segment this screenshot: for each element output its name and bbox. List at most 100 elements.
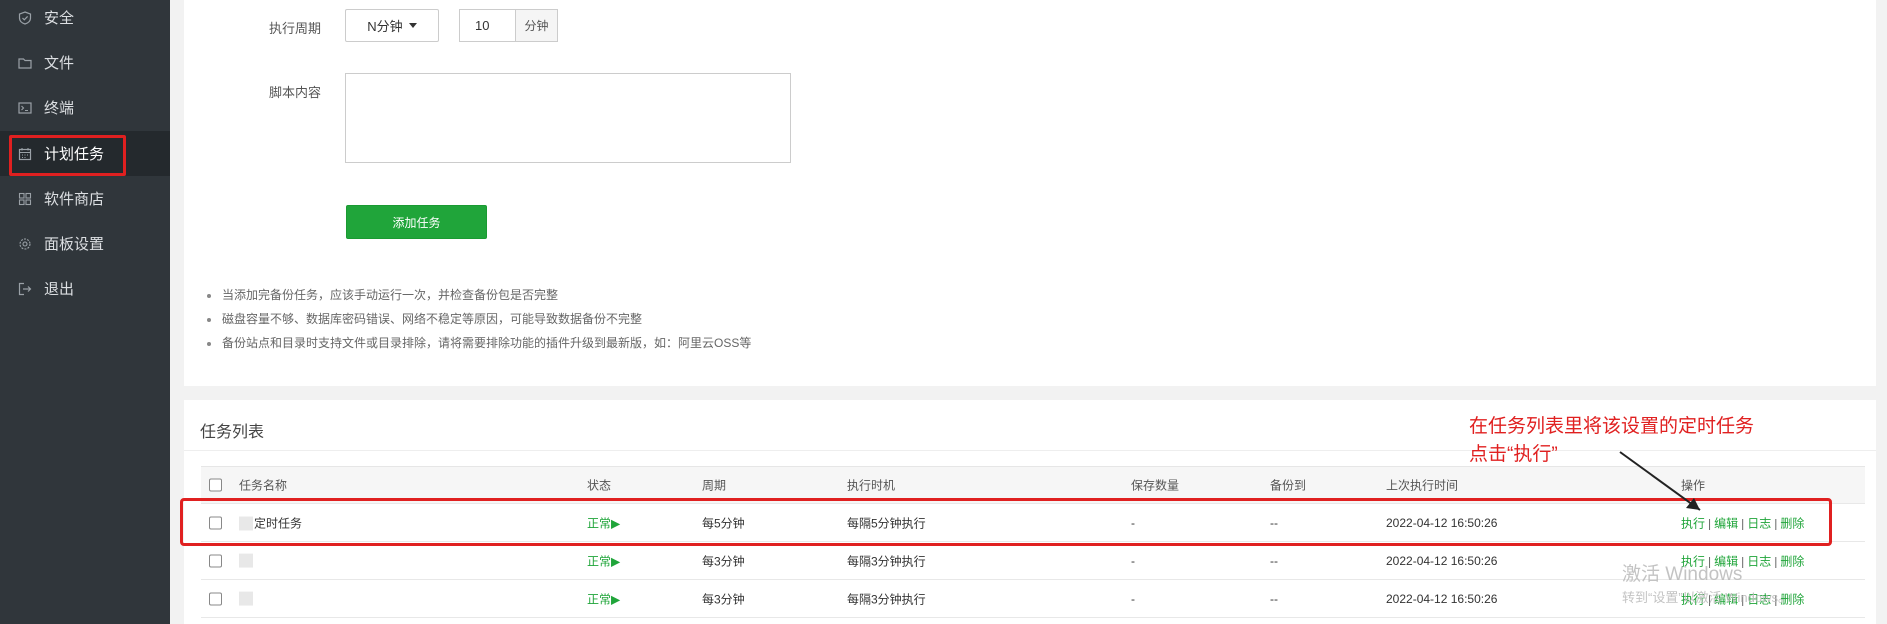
task-keep: - — [1131, 591, 1135, 606]
col-name: 任务名称 — [239, 478, 288, 493]
sidebar-item-terminal[interactable]: 终端 — [0, 85, 170, 130]
logout-icon — [18, 282, 32, 296]
delete-link[interactable]: 删除 — [1780, 592, 1804, 606]
redacted-block — [239, 591, 253, 606]
col-keep: 保存数量 — [1131, 478, 1180, 493]
task-period: 每5分钟 — [702, 516, 745, 530]
script-label: 脚本内容 — [269, 85, 322, 100]
calendar-icon — [18, 147, 32, 161]
task-backup: -- — [1270, 515, 1278, 530]
tip-item: 当添加完备份任务，应该手动运行一次，并检查备份包是否完整 — [207, 283, 751, 307]
task-exec: 每隔3分钟执行 — [847, 554, 926, 568]
log-link[interactable]: 日志 — [1747, 592, 1771, 606]
task-status[interactable]: 正常▶ — [587, 590, 620, 607]
task-ops: 执行 | 编辑 | 日志 | 删除 — [1681, 552, 1804, 569]
task-list-title: 任务列表 — [200, 424, 265, 441]
log-link[interactable]: 日志 — [1747, 516, 1771, 530]
sidebar-item-label: 安全 — [44, 10, 75, 27]
task-last-run: 2022-04-12 16:50:26 — [1386, 515, 1498, 530]
period-select[interactable]: N分钟 — [345, 9, 439, 42]
tip-item: 磁盘容量不够、数据库密码错误、网络不稳定等原因，可能导致数据备份不完整 — [207, 307, 751, 331]
sidebar-item-label: 终端 — [44, 100, 75, 117]
task-backup: -- — [1270, 553, 1278, 568]
task-status[interactable]: 正常▶ — [587, 552, 620, 569]
task-keep: - — [1131, 515, 1135, 530]
separator: | — [1708, 554, 1712, 568]
sidebar-item-files[interactable]: 文件 — [0, 40, 170, 85]
task-exec: 每隔3分钟执行 — [847, 592, 926, 606]
table-row: 正常▶ 每3分钟 每隔3分钟执行 - -- 2022-04-12 16:50:2… — [201, 580, 1865, 618]
sidebar: 安全 文件 终端 计划任务 软件商店 面板设置 退出 — [0, 0, 170, 624]
run-link[interactable]: 执行 — [1681, 592, 1705, 606]
row-checkbox[interactable] — [209, 592, 222, 605]
col-status: 状态 — [587, 478, 612, 493]
task-backup: -- — [1270, 591, 1278, 606]
sidebar-item-crontab[interactable]: 计划任务 — [0, 131, 170, 176]
script-textarea[interactable] — [345, 73, 791, 163]
annotation-text: 在任务列表里将该设置的定时任务 点击“执行” — [1469, 413, 1754, 469]
edit-link[interactable]: 编辑 — [1714, 554, 1738, 568]
sidebar-item-label: 计划任务 — [44, 146, 105, 163]
col-last-run: 上次执行时间 — [1386, 478, 1459, 493]
sidebar-item-label: 软件商店 — [44, 191, 105, 208]
task-status[interactable]: 正常▶ — [587, 514, 620, 531]
col-backup: 备份到 — [1270, 478, 1307, 493]
task-table: 任务名称 状态 周期 执行时机 保存数量 备份到 上次执行时间 操作 定时任务 … — [201, 466, 1865, 618]
table-row: 定时任务 正常▶ 每5分钟 每隔5分钟执行 - -- 2022-04-12 16… — [201, 504, 1865, 542]
sidebar-item-logout[interactable]: 退出 — [0, 266, 170, 311]
add-task-button[interactable]: 添加任务 — [346, 205, 487, 239]
period-label: 执行周期 — [269, 21, 322, 36]
separator: | — [1741, 516, 1745, 530]
separator: | — [1741, 592, 1745, 606]
edit-link[interactable]: 编辑 — [1714, 592, 1738, 606]
task-name — [239, 553, 254, 568]
task-name — [239, 591, 254, 606]
select-all-checkbox[interactable] — [209, 478, 222, 492]
row-checkbox[interactable] — [209, 516, 222, 529]
table-header: 任务名称 状态 周期 执行时机 保存数量 备份到 上次执行时间 操作 — [201, 466, 1865, 504]
delete-link[interactable]: 删除 — [1780, 554, 1804, 568]
task-ops: 执行 | 编辑 | 日志 | 删除 — [1681, 514, 1804, 531]
sidebar-item-settings[interactable]: 面板设置 — [0, 221, 170, 266]
folder-icon — [18, 56, 32, 70]
redacted-block — [239, 516, 253, 531]
run-link[interactable]: 执行 — [1681, 516, 1705, 530]
minutes-unit: 分钟 — [515, 9, 558, 42]
sidebar-item-store[interactable]: 软件商店 — [0, 176, 170, 221]
delete-link[interactable]: 删除 — [1780, 516, 1804, 530]
edit-link[interactable]: 编辑 — [1714, 516, 1738, 530]
sidebar-item-label: 退出 — [44, 281, 75, 298]
task-period: 每3分钟 — [702, 592, 745, 606]
log-link[interactable]: 日志 — [1747, 554, 1771, 568]
row-checkbox[interactable] — [209, 554, 222, 567]
redacted-block — [239, 553, 253, 568]
sidebar-item-label: 面板设置 — [44, 236, 105, 253]
col-period: 周期 — [702, 478, 727, 493]
task-exec: 每隔5分钟执行 — [847, 516, 926, 530]
gear-icon — [18, 237, 32, 251]
task-ops: 执行 | 编辑 | 日志 | 删除 — [1681, 590, 1804, 607]
shield-icon — [18, 10, 32, 25]
sidebar-item-label: 文件 — [44, 55, 75, 72]
run-link[interactable]: 执行 — [1681, 554, 1705, 568]
tip-item: 备份站点和目录时支持文件或目录排除，请将需要排除功能的插件升级到最新版，如：阿里… — [207, 331, 751, 355]
task-name-text: 定时任务 — [254, 516, 303, 530]
separator: | — [1708, 592, 1712, 606]
add-task-form: 执行周期 N分钟 分钟 脚本内容 添加任务 当添加完备份任务，应该手动运行一次，… — [184, 0, 1876, 386]
task-name: 定时任务 — [239, 514, 302, 531]
chevron-down-icon — [408, 23, 417, 28]
grid-icon — [18, 192, 32, 206]
task-last-run: 2022-04-12 16:50:26 — [1386, 553, 1498, 568]
separator: | — [1741, 554, 1745, 568]
minutes-input[interactable] — [459, 9, 515, 42]
table-row: 正常▶ 每3分钟 每隔3分钟执行 - -- 2022-04-12 16:50:2… — [201, 542, 1865, 580]
terminal-icon — [18, 101, 32, 115]
sidebar-item-security[interactable]: 安全 — [0, 0, 170, 40]
period-select-value: N分钟 — [367, 19, 403, 34]
separator: | — [1708, 516, 1712, 530]
task-keep: - — [1131, 553, 1135, 568]
task-last-run: 2022-04-12 16:50:26 — [1386, 591, 1498, 606]
col-ops: 操作 — [1681, 478, 1706, 493]
tips-list: 当添加完备份任务，应该手动运行一次，并检查备份包是否完整 磁盘容量不够、数据库密… — [207, 283, 751, 355]
task-period: 每3分钟 — [702, 554, 745, 568]
